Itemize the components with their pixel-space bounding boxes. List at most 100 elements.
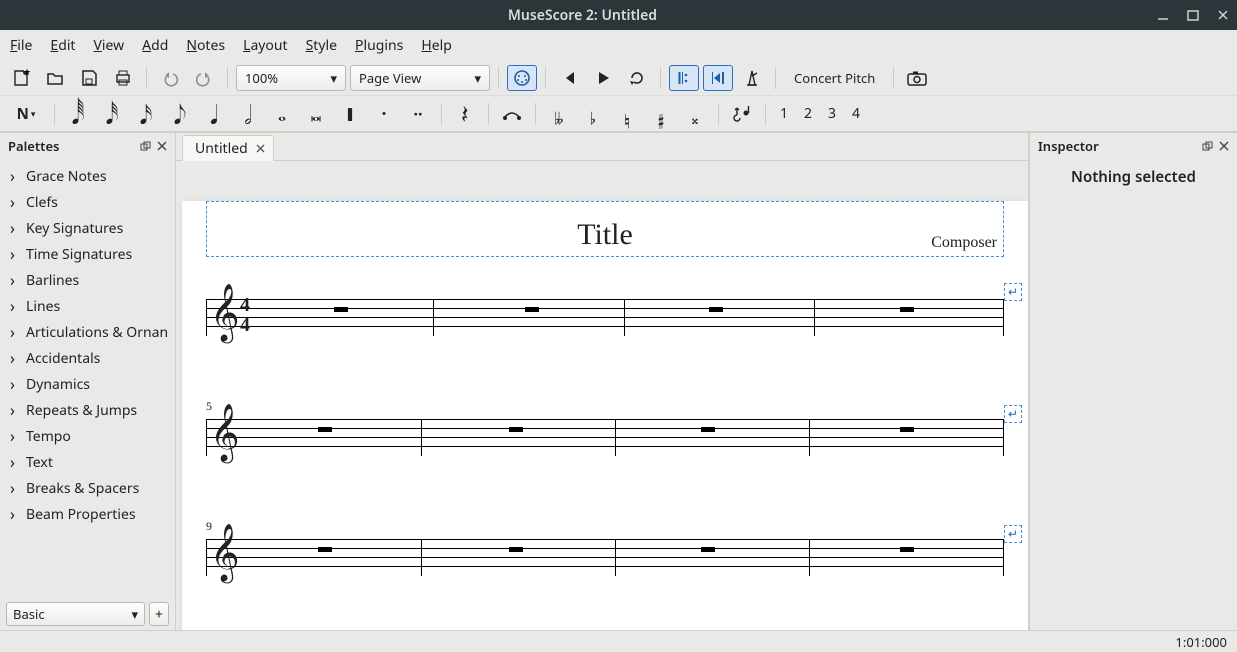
rest-button[interactable]: 𝄽 bbox=[450, 101, 480, 127]
play-button[interactable] bbox=[588, 65, 618, 91]
palette-item[interactable]: ›Time Signatures bbox=[6, 241, 175, 267]
separator bbox=[441, 103, 442, 125]
whole-rest[interactable] bbox=[318, 427, 332, 432]
double-flat-button[interactable]: 𝄫 bbox=[544, 101, 574, 127]
palette-item[interactable]: ›Beam Properties bbox=[6, 501, 175, 527]
voice-4[interactable]: 4 bbox=[846, 104, 866, 123]
palette-item[interactable]: ›Key Signatures bbox=[6, 215, 175, 241]
workspace-combo[interactable]: Basic ▾ bbox=[6, 602, 145, 626]
duration-breve[interactable]: 𝅜 bbox=[301, 101, 331, 127]
palette-item[interactable]: ›Tempo bbox=[6, 423, 175, 449]
system-break-icon[interactable]: ↵ bbox=[1004, 525, 1022, 543]
pan-playback-button[interactable] bbox=[703, 65, 733, 91]
sharp-button[interactable]: ♯ bbox=[646, 101, 676, 127]
window-maximize-icon[interactable] bbox=[1187, 9, 1199, 21]
duration-32nd[interactable]: 𝅘𝅥𝅰 bbox=[97, 101, 127, 127]
palette-item[interactable]: ›Barlines bbox=[6, 267, 175, 293]
double-sharp-button[interactable]: 𝄪 bbox=[680, 101, 710, 127]
close-icon[interactable] bbox=[256, 139, 265, 158]
redo-button[interactable] bbox=[189, 65, 219, 91]
close-icon[interactable] bbox=[157, 141, 167, 151]
undock-icon[interactable] bbox=[140, 141, 151, 152]
whole-rest[interactable] bbox=[900, 307, 914, 312]
zoom-combo[interactable]: 100% ▾ bbox=[236, 65, 346, 91]
whole-rest[interactable] bbox=[509, 547, 523, 552]
whole-rest[interactable] bbox=[334, 307, 348, 312]
voice-3[interactable]: 3 bbox=[822, 104, 842, 123]
play-repeats-button[interactable] bbox=[669, 65, 699, 91]
palette-item[interactable]: ›Breaks & Spacers bbox=[6, 475, 175, 501]
system-break-icon[interactable]: ↵ bbox=[1004, 283, 1022, 301]
window-minimize-icon[interactable] bbox=[1157, 9, 1169, 21]
title-frame[interactable]: Title Composer bbox=[206, 201, 1004, 257]
duration-64th[interactable]: 𝅘𝅥𝅱 bbox=[63, 101, 93, 127]
palette-item[interactable]: ›Articulations & Ornan bbox=[6, 319, 175, 345]
view-mode-combo[interactable]: Page View ▾ bbox=[350, 65, 490, 91]
system-break-icon[interactable]: ↵ bbox=[1004, 405, 1022, 423]
flat-button[interactable]: ♭ bbox=[578, 101, 608, 127]
whole-rest[interactable] bbox=[709, 307, 723, 312]
palette-item-label: Time Signatures bbox=[26, 245, 132, 264]
menu-edit[interactable]: Edit bbox=[50, 36, 75, 55]
palette-item[interactable]: ›Accidentals bbox=[6, 345, 175, 371]
save-button[interactable] bbox=[74, 65, 104, 91]
flip-direction-button[interactable] bbox=[727, 101, 757, 127]
duration-longa[interactable]: 𝅛 bbox=[335, 101, 365, 127]
tie-button[interactable] bbox=[497, 101, 527, 127]
whole-rest[interactable] bbox=[525, 307, 539, 312]
whole-rest[interactable] bbox=[701, 547, 715, 552]
new-score-button[interactable]: ★ bbox=[6, 65, 36, 91]
add-workspace-button[interactable]: + bbox=[149, 602, 169, 626]
staff[interactable]: 𝄞 bbox=[206, 419, 1004, 455]
print-button[interactable] bbox=[108, 65, 138, 91]
duration-16th[interactable]: 𝅘𝅥𝅯 bbox=[131, 101, 161, 127]
menu-layout[interactable]: Layout bbox=[243, 36, 288, 55]
double-dot-button[interactable]: ·· bbox=[403, 101, 433, 127]
menu-notes[interactable]: Notes bbox=[186, 36, 225, 55]
document-tab[interactable]: Untitled bbox=[182, 135, 274, 161]
palette-item[interactable]: ›Dynamics bbox=[6, 371, 175, 397]
duration-whole[interactable]: 𝅝 bbox=[267, 101, 297, 127]
staff[interactable]: 𝄞 4 4 bbox=[206, 299, 1004, 335]
note-input-mode-button[interactable]: N▾ bbox=[6, 101, 46, 127]
open-button[interactable] bbox=[40, 65, 70, 91]
whole-rest[interactable] bbox=[701, 427, 715, 432]
dot-button[interactable]: · bbox=[369, 101, 399, 127]
palette-item[interactable]: ›Text bbox=[6, 449, 175, 475]
menu-plugins[interactable]: Plugins bbox=[355, 36, 403, 55]
palette-item[interactable]: ›Lines bbox=[6, 293, 175, 319]
palette-item[interactable]: ›Clefs bbox=[6, 189, 175, 215]
duration-8th[interactable]: 𝅘𝅥𝅮 bbox=[165, 101, 195, 127]
duration-half[interactable]: 𝅗𝅥 bbox=[233, 101, 263, 127]
menu-file[interactable]: File bbox=[10, 36, 32, 55]
whole-rest[interactable] bbox=[900, 427, 914, 432]
toggle-midi-input-button[interactable] bbox=[507, 65, 537, 91]
menu-style[interactable]: Style bbox=[306, 36, 337, 55]
loop-button[interactable] bbox=[622, 65, 652, 91]
metronome-button[interactable] bbox=[737, 65, 767, 91]
duration-quarter[interactable]: 𝅘𝅥 bbox=[199, 101, 229, 127]
score-view[interactable]: Title Composer ↵ 𝄞 4 4 bbox=[176, 161, 1028, 630]
close-icon[interactable] bbox=[1219, 141, 1229, 151]
window-close-icon[interactable] bbox=[1217, 9, 1229, 21]
menu-add[interactable]: Add bbox=[142, 36, 168, 55]
time-signature[interactable]: 4 4 bbox=[238, 295, 252, 335]
whole-rest[interactable] bbox=[509, 427, 523, 432]
whole-rest[interactable] bbox=[318, 547, 332, 552]
menu-view[interactable]: View bbox=[93, 36, 124, 55]
rewind-button[interactable] bbox=[554, 65, 584, 91]
staff[interactable]: 𝄞 bbox=[206, 539, 1004, 575]
image-capture-button[interactable] bbox=[902, 65, 932, 91]
voice-2[interactable]: 2 bbox=[798, 104, 818, 123]
undo-button[interactable] bbox=[155, 65, 185, 91]
palette-item[interactable]: ›Grace Notes bbox=[6, 163, 175, 189]
score-title[interactable]: Title bbox=[207, 218, 1003, 252]
score-composer[interactable]: Composer bbox=[931, 234, 997, 252]
palette-item[interactable]: ›Repeats & Jumps bbox=[6, 397, 175, 423]
concert-pitch-button[interactable]: Concert Pitch bbox=[784, 65, 885, 91]
voice-1[interactable]: 1 bbox=[774, 104, 794, 123]
menu-help[interactable]: Help bbox=[421, 36, 452, 55]
natural-button[interactable]: ♮ bbox=[612, 101, 642, 127]
whole-rest[interactable] bbox=[900, 547, 914, 552]
undock-icon[interactable] bbox=[1202, 141, 1213, 152]
